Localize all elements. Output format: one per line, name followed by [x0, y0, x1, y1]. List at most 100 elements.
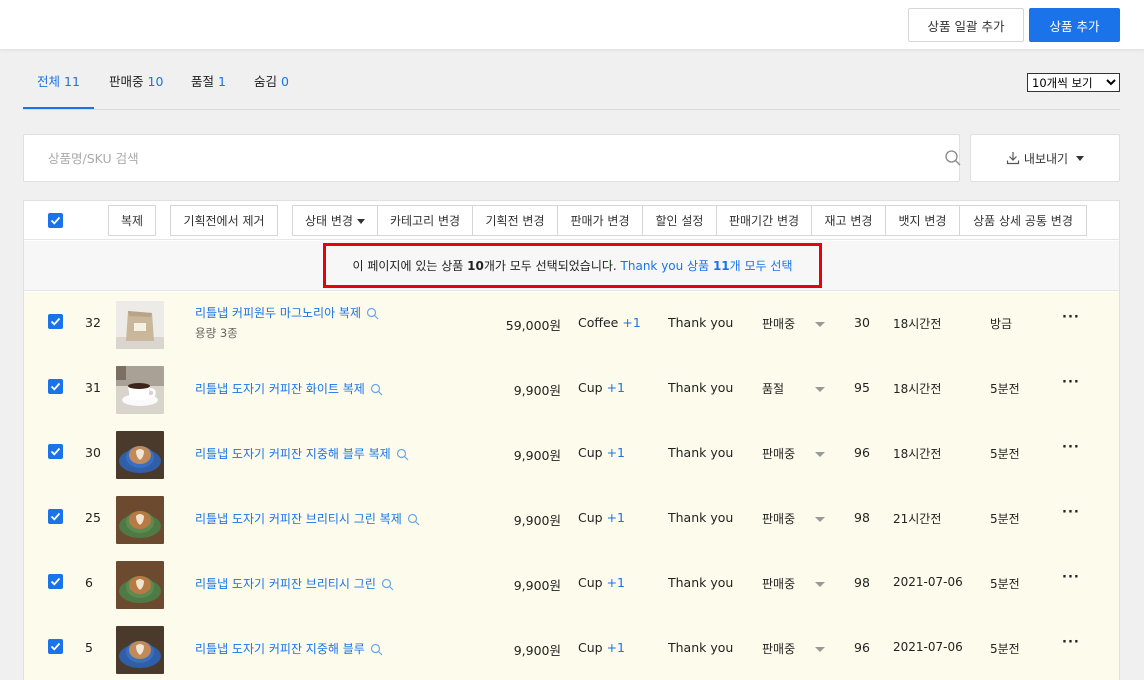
tab-count: 10	[147, 74, 164, 89]
change-category-button[interactable]: 카테고리 변경	[377, 205, 473, 236]
status-dropdown-arrow-icon[interactable]	[815, 387, 825, 392]
product-thumbnail[interactable]	[116, 626, 164, 674]
category-extra-count[interactable]: +1	[607, 510, 625, 525]
product-price: 59,000원	[505, 318, 561, 333]
add-product-button[interactable]: 상품 추가	[1029, 8, 1120, 42]
row-checkbox[interactable]	[48, 314, 63, 329]
more-options-icon[interactable]: ···	[1062, 505, 1080, 520]
row-checkbox[interactable]	[48, 509, 63, 524]
change-sale-period-button[interactable]: 판매기간 변경	[716, 205, 812, 236]
product-name-link[interactable]: 리틀냅 도자기 커피잔 지중해 블루	[195, 642, 365, 656]
tab-hidden[interactable]: 숨김 0	[254, 56, 289, 109]
more-options-icon[interactable]: ···	[1062, 635, 1080, 650]
status-dropdown-arrow-icon[interactable]	[815, 517, 825, 522]
product-thumbnail[interactable]	[116, 431, 164, 479]
preview-search-icon[interactable]	[366, 307, 379, 320]
change-badge-button[interactable]: 뱃지 변경	[885, 205, 960, 236]
product-name-link[interactable]: 리틀냅 도자기 커피잔 브리티시 그린	[195, 577, 376, 591]
product-id: 5	[85, 640, 93, 655]
preview-search-icon[interactable]	[396, 448, 409, 461]
row-checkbox[interactable]	[48, 444, 63, 459]
tab-all[interactable]: 전체 11	[23, 56, 94, 109]
row-checkbox[interactable]	[48, 379, 63, 394]
select-all-checkbox[interactable]	[48, 213, 63, 228]
check-icon	[50, 512, 61, 521]
table-row[interactable]: 25 리틀냅 도자기 커피잔 브리티시 그린 복제 9,900원 Cup +1 Than…	[24, 487, 1119, 552]
preview-search-icon[interactable]	[370, 383, 383, 396]
table-row[interactable]: 31 리틀냅 도자기 커피잔 화이트 복제 9,900원 Cup +1 Thank yo…	[24, 357, 1119, 422]
product-status[interactable]: 판매중	[762, 315, 795, 332]
product-thumbnail[interactable]	[116, 366, 164, 414]
product-status[interactable]: 판매중	[762, 640, 795, 657]
change-status-button[interactable]: 상태 변경	[292, 205, 378, 236]
more-options-icon[interactable]: ···	[1062, 570, 1080, 585]
remove-from-exhibition-button[interactable]: 기획전에서 제거	[170, 205, 278, 236]
category-extra-count[interactable]: +1	[607, 445, 625, 460]
button-label: 상태 변경	[305, 214, 353, 228]
link-count: 11	[712, 259, 730, 273]
product-id: 6	[85, 575, 93, 590]
preview-search-icon[interactable]	[370, 643, 383, 656]
product-exhibition: Thank you	[668, 380, 734, 395]
change-price-button[interactable]: 판매가 변경	[557, 205, 643, 236]
tab-count: 0	[281, 74, 289, 89]
product-name-cell: 리틀냅 도자기 커피잔 지중해 블루	[195, 640, 383, 657]
discount-settings-button[interactable]: 할인 설정	[642, 205, 717, 236]
more-options-icon[interactable]: ···	[1062, 375, 1080, 390]
link-suffix: 개 모두 선택	[729, 259, 793, 273]
row-checkbox[interactable]	[48, 574, 63, 589]
search-input[interactable]	[24, 135, 904, 181]
category-name: Coffee	[578, 315, 619, 330]
product-thumbnail[interactable]	[116, 301, 164, 349]
product-stock: 95	[854, 380, 870, 395]
category-extra-count[interactable]: +1	[607, 380, 625, 395]
table-row[interactable]: 6 리틀냅 도자기 커피잔 브리티시 그린 9,900원 Cup +1 Thank yo…	[24, 552, 1119, 617]
table-row[interactable]: 30 리틀냅 도자기 커피잔 지중해 블루 복제 9,900원 Cup +1 Thank…	[24, 422, 1119, 487]
product-created: 18시간전	[893, 317, 942, 331]
duplicate-button[interactable]: 복제	[108, 205, 156, 236]
tab-on-sale[interactable]: 판매중 10	[109, 56, 163, 109]
product-price: 9,900원	[513, 383, 561, 398]
change-stock-button[interactable]: 재고 변경	[811, 205, 886, 236]
tab-sold-out[interactable]: 품절 1	[191, 56, 226, 109]
bulk-add-products-button[interactable]: 상품 일괄 추가	[908, 8, 1024, 42]
search-icon[interactable]	[944, 149, 962, 167]
product-name-link[interactable]: 리틀냅 도자기 커피잔 화이트 복제	[195, 382, 365, 396]
table-row[interactable]: 32 리틀냅 커피원두 마그노리아 복제 용량 3종 59,000원 Coffee +1…	[24, 292, 1119, 357]
product-thumbnail[interactable]	[116, 496, 164, 544]
change-common-detail-button[interactable]: 상품 상세 공통 변경	[959, 205, 1087, 236]
product-thumbnail[interactable]	[116, 561, 164, 609]
status-dropdown-arrow-icon[interactable]	[815, 322, 825, 327]
product-exhibition: Thank you	[668, 510, 734, 525]
product-name-link[interactable]: 리틀냅 커피원두 마그노리아 복제	[195, 306, 361, 320]
product-status[interactable]: 판매중	[762, 510, 795, 527]
category-extra-count[interactable]: +1	[607, 640, 625, 655]
product-category: Coffee +1	[578, 315, 641, 330]
product-category: Cup +1	[578, 510, 625, 525]
category-name: Cup	[578, 640, 603, 655]
product-name-link[interactable]: 리틀냅 도자기 커피잔 브리티시 그린 복제	[195, 512, 402, 526]
select-all-products-link[interactable]: Thank you 상품 11개 모두 선택	[621, 259, 793, 273]
more-options-icon[interactable]: ···	[1062, 310, 1080, 325]
preview-search-icon[interactable]	[407, 513, 420, 526]
per-page-select[interactable]: 10개씩 보기	[1027, 73, 1120, 92]
product-status[interactable]: 품절	[762, 380, 784, 397]
check-icon	[50, 577, 61, 586]
category-extra-count[interactable]: +1	[622, 315, 640, 330]
status-dropdown-arrow-icon[interactable]	[815, 647, 825, 652]
selection-notice-text: 이 페이지에 있는 상품 10개가 모두 선택되었습니다. Thank you …	[24, 241, 1119, 291]
tab-label: 판매중	[109, 74, 144, 89]
category-extra-count[interactable]: +1	[607, 575, 625, 590]
product-exhibition: Thank you	[668, 445, 734, 460]
row-checkbox[interactable]	[48, 639, 63, 654]
more-options-icon[interactable]: ···	[1062, 440, 1080, 455]
product-status[interactable]: 판매중	[762, 575, 795, 592]
preview-search-icon[interactable]	[381, 578, 394, 591]
table-row[interactable]: 5 리틀냅 도자기 커피잔 지중해 블루 9,900원 Cup +1 Thank you…	[24, 617, 1119, 680]
product-status[interactable]: 판매중	[762, 445, 795, 462]
product-name-link[interactable]: 리틀냅 도자기 커피잔 지중해 블루 복제	[195, 447, 391, 461]
status-dropdown-arrow-icon[interactable]	[815, 452, 825, 457]
status-dropdown-arrow-icon[interactable]	[815, 582, 825, 587]
export-button[interactable]: 내보내기	[970, 134, 1120, 182]
change-exhibition-button[interactable]: 기획전 변경	[472, 205, 558, 236]
